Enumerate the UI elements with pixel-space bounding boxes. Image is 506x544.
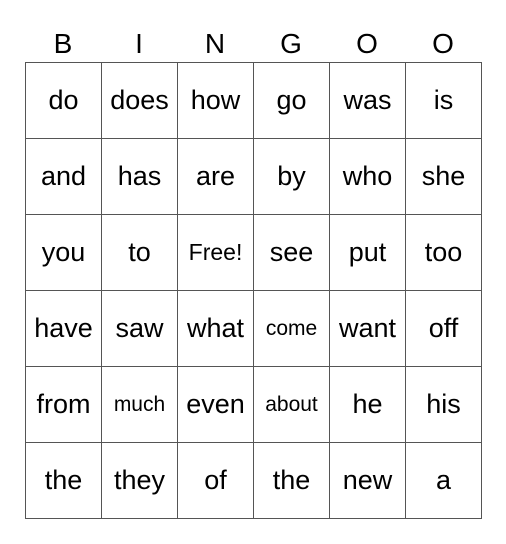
word-cell[interactable]: they	[101, 442, 178, 519]
word-cell[interactable]: is	[405, 62, 482, 139]
word-cell[interactable]: even	[177, 366, 254, 443]
word-cell[interactable]: of	[177, 442, 254, 519]
word-cell[interactable]: his	[405, 366, 482, 443]
bingo-grid: do does how go was is and has are by who she you to Fr…	[25, 62, 482, 519]
header-letter: B	[53, 28, 73, 59]
word-cell[interactable]: have	[25, 290, 102, 367]
grid-row: have saw what come want off	[25, 290, 482, 367]
word-cell[interactable]: how	[177, 62, 254, 139]
grid-row: the they of the new a	[25, 442, 482, 519]
word-cell[interactable]: go	[253, 62, 330, 139]
word-cell[interactable]: from	[25, 366, 102, 443]
bingo-header: B I N G O O	[25, 26, 481, 62]
word-cell[interactable]: does	[101, 62, 178, 139]
word-cell[interactable]: by	[253, 138, 330, 215]
word-cell[interactable]: are	[177, 138, 254, 215]
word-cell[interactable]: do	[25, 62, 102, 139]
header-letter: O	[356, 28, 378, 59]
header-letter: I	[135, 28, 143, 59]
grid-row: from much even about he his	[25, 366, 482, 443]
header-letter: G	[280, 28, 302, 59]
grid-row: you to Free! see put too	[25, 214, 482, 291]
word-cell[interactable]: you	[25, 214, 102, 291]
free-space-cell[interactable]: Free!	[177, 214, 254, 291]
word-cell[interactable]: saw	[101, 290, 178, 367]
word-cell[interactable]: see	[253, 214, 330, 291]
word-cell[interactable]: what	[177, 290, 254, 367]
word-cell[interactable]: a	[405, 442, 482, 519]
word-cell[interactable]: the	[25, 442, 102, 519]
word-cell[interactable]: put	[329, 214, 406, 291]
word-cell[interactable]: to	[101, 214, 178, 291]
grid-row: and has are by who she	[25, 138, 482, 215]
word-cell[interactable]: she	[405, 138, 482, 215]
word-cell[interactable]: new	[329, 442, 406, 519]
word-cell[interactable]: and	[25, 138, 102, 215]
word-cell[interactable]: come	[253, 290, 330, 367]
word-cell[interactable]: about	[253, 366, 330, 443]
word-cell[interactable]: much	[101, 366, 178, 443]
word-cell[interactable]: the	[253, 442, 330, 519]
word-cell[interactable]: was	[329, 62, 406, 139]
word-cell[interactable]: too	[405, 214, 482, 291]
word-cell[interactable]: has	[101, 138, 178, 215]
word-cell[interactable]: he	[329, 366, 406, 443]
word-cell[interactable]: off	[405, 290, 482, 367]
header-letter: N	[204, 28, 226, 59]
word-cell[interactable]: who	[329, 138, 406, 215]
header-letter: O	[432, 28, 454, 59]
grid-row: do does how go was is	[25, 62, 482, 139]
word-cell[interactable]: want	[329, 290, 406, 367]
